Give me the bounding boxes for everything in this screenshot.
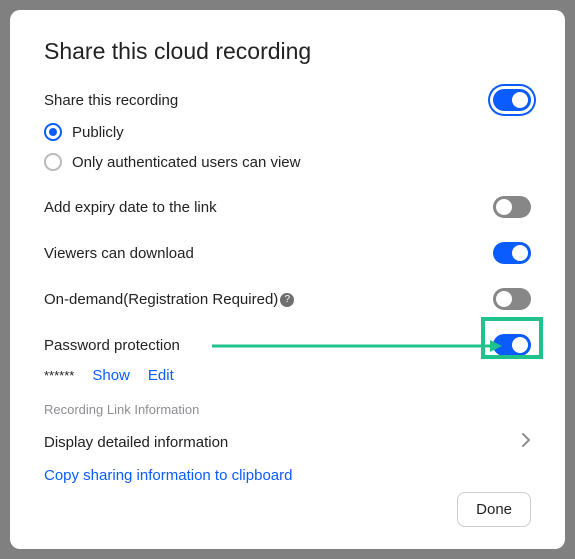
password-edit-link[interactable]: Edit: [148, 367, 174, 384]
detail-label: Display detailed information: [44, 434, 228, 451]
linkinfo-section-head: Recording Link Information: [44, 402, 531, 417]
share-row: Share this recording: [44, 85, 531, 115]
download-label: Viewers can download: [44, 245, 194, 262]
share-visibility-group: Publicly Only authenticated users can vi…: [44, 117, 531, 177]
expiry-label: Add expiry date to the link: [44, 199, 217, 216]
password-show-link[interactable]: Show: [92, 367, 130, 384]
share-label: Share this recording: [44, 92, 178, 109]
ondemand-label: On-demand(Registration Required)?: [44, 291, 294, 308]
dialog-footer: Done: [44, 492, 531, 527]
password-mask: ******: [44, 368, 74, 383]
detail-row[interactable]: Display detailed information: [44, 427, 531, 457]
download-toggle[interactable]: [493, 242, 531, 264]
radio-public[interactable]: Publicly: [44, 117, 531, 147]
radio-authenticated[interactable]: Only authenticated users can view: [44, 147, 531, 177]
radio-icon-selected: [44, 123, 62, 141]
password-row: Password protection: [44, 325, 531, 365]
radio-auth-label: Only authenticated users can view: [72, 154, 300, 171]
password-value-row: ****** Show Edit: [44, 367, 531, 384]
ondemand-text: On-demand(Registration Required): [44, 291, 278, 308]
share-recording-dialog: Share this cloud recording Share this re…: [10, 10, 565, 549]
radio-icon-unselected: [44, 153, 62, 171]
dialog-title: Share this cloud recording: [44, 38, 531, 65]
ondemand-row: On-demand(Registration Required)?: [44, 279, 531, 319]
expiry-toggle[interactable]: [493, 196, 531, 218]
callout-arrow-icon: [212, 339, 502, 353]
help-icon[interactable]: ?: [280, 293, 294, 307]
download-row: Viewers can download: [44, 233, 531, 273]
ondemand-toggle[interactable]: [493, 288, 531, 310]
password-toggle[interactable]: [493, 334, 531, 356]
expiry-row: Add expiry date to the link: [44, 187, 531, 227]
chevron-right-icon: [521, 431, 531, 454]
radio-public-label: Publicly: [72, 124, 124, 141]
share-toggle[interactable]: [493, 89, 531, 111]
password-label: Password protection: [44, 337, 180, 354]
done-button[interactable]: Done: [457, 492, 531, 527]
copy-sharing-link[interactable]: Copy sharing information to clipboard: [44, 467, 531, 484]
